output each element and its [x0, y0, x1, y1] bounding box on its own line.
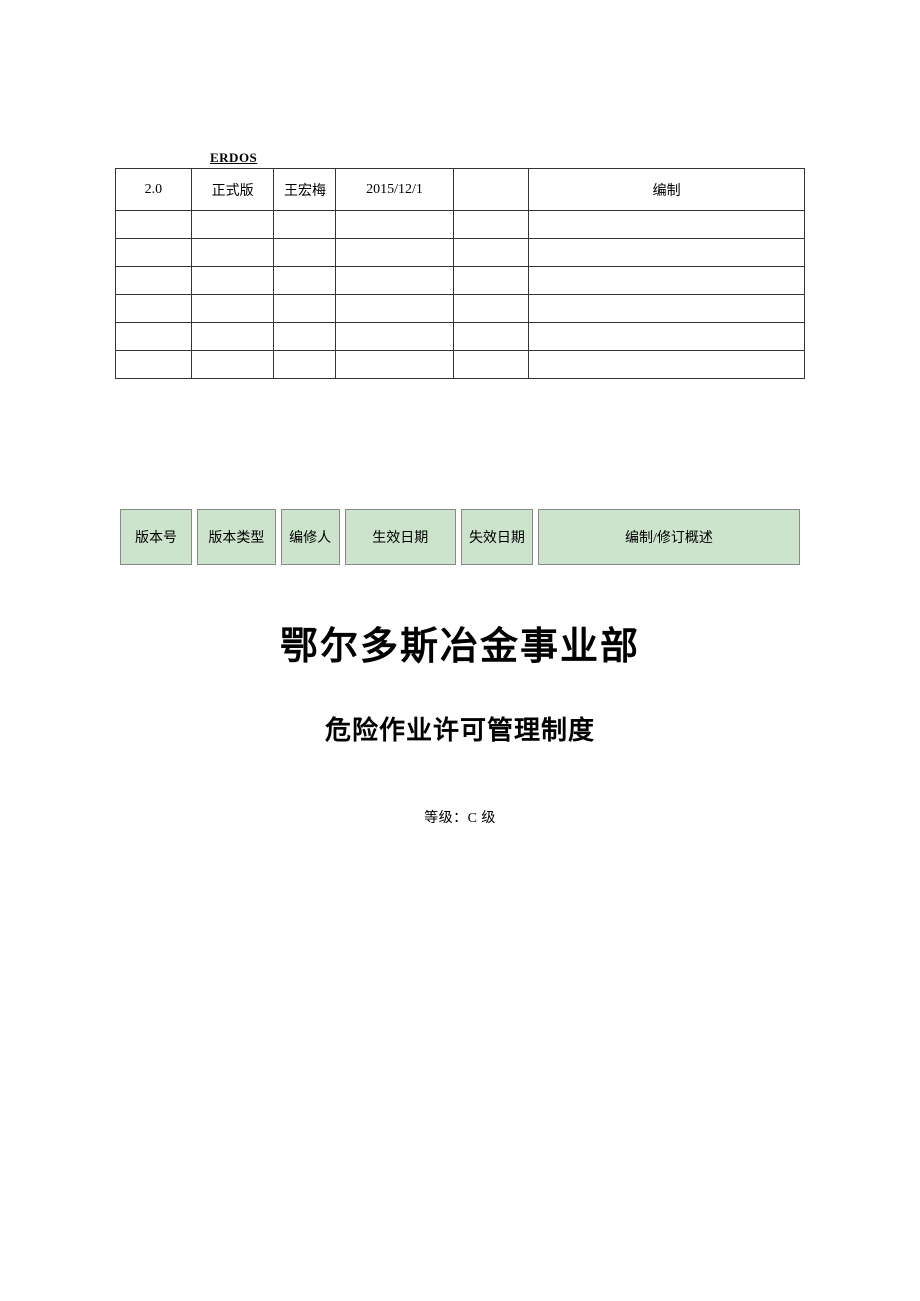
cell	[274, 351, 336, 379]
cell	[191, 351, 274, 379]
header-editor: 编修人	[281, 509, 340, 565]
cell	[453, 267, 529, 295]
cell	[116, 323, 192, 351]
cell	[116, 211, 192, 239]
cell	[274, 211, 336, 239]
cell	[336, 295, 453, 323]
cell	[191, 295, 274, 323]
cell-version: 2.0	[116, 169, 192, 211]
column-headers-table: 版本号 版本类型 编修人 生效日期 失效日期 编制/修订概述	[115, 509, 805, 565]
table-row: 2.0 正式版 王宏梅 2015/12/1 编制	[116, 169, 805, 211]
cell	[453, 211, 529, 239]
cell	[336, 351, 453, 379]
table-row	[116, 295, 805, 323]
header-expiry-date: 失效日期	[461, 509, 533, 565]
header-description: 编制/修订概述	[538, 509, 800, 565]
cell	[453, 295, 529, 323]
cell	[191, 239, 274, 267]
table-row	[116, 267, 805, 295]
cell	[191, 267, 274, 295]
sub-title: 危险作业许可管理制度	[115, 710, 805, 747]
cell	[274, 267, 336, 295]
table-row	[116, 211, 805, 239]
cell	[116, 295, 192, 323]
cell-type: 正式版	[191, 169, 274, 211]
cell	[453, 323, 529, 351]
table-row	[116, 323, 805, 351]
cell	[529, 295, 805, 323]
cell	[336, 267, 453, 295]
cell	[529, 239, 805, 267]
cell	[453, 351, 529, 379]
cell	[453, 239, 529, 267]
cell	[529, 211, 805, 239]
header-type: 版本类型	[197, 509, 276, 565]
cell	[274, 323, 336, 351]
cell-description: 编制	[529, 169, 805, 211]
cell	[336, 211, 453, 239]
cell	[274, 295, 336, 323]
cell	[336, 239, 453, 267]
cell	[529, 351, 805, 379]
document-page: ERDOS 2.0 正式版 王宏梅 2015/12/1 编制	[0, 0, 920, 907]
brand-label: ERDOS	[210, 150, 805, 166]
cell	[336, 323, 453, 351]
header-row: 版本号 版本类型 编修人 生效日期 失效日期 编制/修订概述	[120, 509, 800, 565]
cell	[116, 239, 192, 267]
cell-editor: 王宏梅	[274, 169, 336, 211]
grade-label: 等级：C 级	[115, 807, 805, 827]
main-title: 鄂尔多斯冶金事业部	[115, 615, 805, 670]
revision-table: 2.0 正式版 王宏梅 2015/12/1 编制	[115, 168, 805, 379]
cell	[191, 323, 274, 351]
cell	[116, 267, 192, 295]
cell-expiry-date	[453, 169, 529, 211]
table-row	[116, 351, 805, 379]
cell	[274, 239, 336, 267]
cell-effective-date: 2015/12/1	[336, 169, 453, 211]
table-row	[116, 239, 805, 267]
cell	[116, 351, 192, 379]
header-effective-date: 生效日期	[345, 509, 456, 565]
cell	[529, 267, 805, 295]
cell	[191, 211, 274, 239]
header-version: 版本号	[120, 509, 192, 565]
cell	[529, 323, 805, 351]
